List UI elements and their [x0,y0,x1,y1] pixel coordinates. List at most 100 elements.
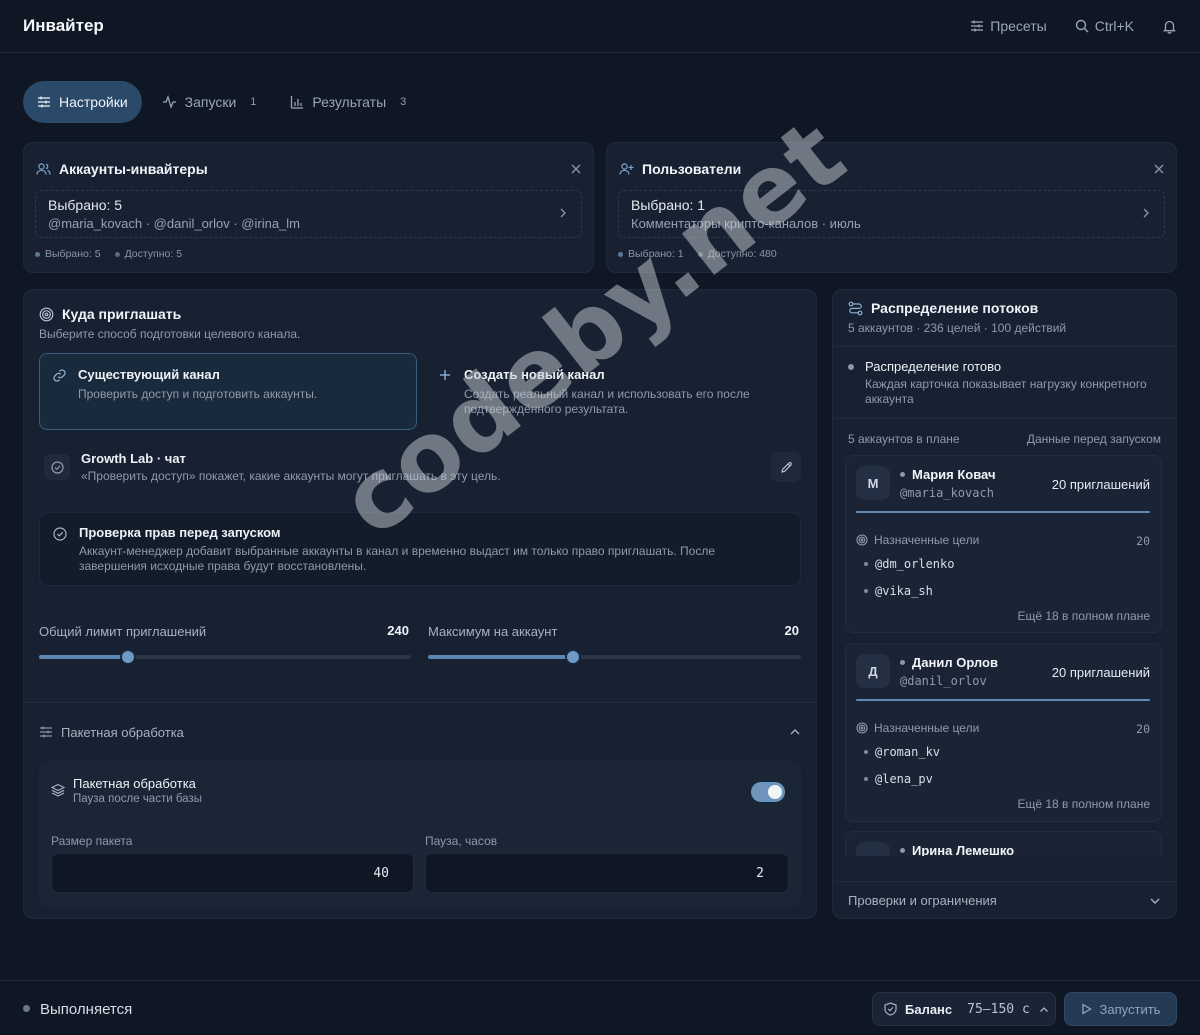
tab-label: Результаты [312,94,387,110]
target-title: Куда приглашать [62,306,182,322]
pause-hours-input[interactable]: 2 [425,853,789,893]
divider [833,346,1176,347]
run-label: Запустить [1099,1001,1161,1017]
sliders-icon [970,19,984,33]
tab-label: Запуски [184,94,237,110]
sliders-icon [39,725,53,739]
search-icon [1075,19,1089,33]
account-card: Д Данил Орлов @danil_orlov 20 приглашени… [845,643,1162,822]
tab-runs[interactable]: Запуски 1 [148,81,271,123]
users-icon [36,162,51,176]
edit-button[interactable] [771,452,801,482]
footer-bar: Выполняется Баланс 75–150 с Запустить [0,980,1200,1035]
bar-chart-icon [290,95,304,109]
top-bar: Инвайтер Пресеты Ctrl+K [0,0,1200,53]
users-panel: Пользователи Выбрано: 1 Комментаторы кри… [606,142,1177,273]
stat-selected: Выбрано: 1 [618,248,684,260]
pause-hours-label: Пауза, часов [425,834,498,848]
more-goals-link[interactable]: Ещё 18 в полном плане [1017,797,1150,811]
account-card: И Ирина Лемешко [845,831,1162,856]
users-selector[interactable]: Выбрано: 1 Комментаторы крипто-каналов ·… [618,190,1165,238]
assigned-goals-label: Назначенные цели [856,533,979,547]
batch-size-input[interactable]: 40 [51,853,414,893]
option-new-channel[interactable]: Создать новый канал Создать реальный кан… [425,353,803,430]
accounts-selected-count: Выбрано: 5 [48,197,123,213]
tab-label: Настройки [59,94,128,110]
account-handle: @danil_orlov [900,674,987,688]
rights-check-box: Проверка прав перед запуском Аккаунт-мен… [39,512,801,586]
stat-selected: Выбрано: 5 [35,248,101,260]
option-desc: Создать реальный канал и использовать ег… [464,387,750,416]
pencil-icon [780,461,793,474]
accounts-selected-list: @maria_kovach · @danil_orlov · @irina_lm [48,216,301,231]
account-name-row: Мария Ковач [900,467,996,482]
balance-value: 75–150 с [967,1001,1030,1017]
account-card: М Мария Ковач @maria_kovach 20 приглашен… [845,455,1162,633]
ready-title: Распределение готово [865,359,1002,374]
sliders-icon [37,95,51,109]
batch-toggle[interactable] [751,782,785,802]
chevron-up-icon [1039,1006,1049,1013]
target-panel: Куда приглашать Выберите способ подготов… [23,289,817,919]
checks-limits-row[interactable]: Проверки и ограничения [848,893,1161,908]
load-bar [856,699,1150,701]
accounts-panel: Аккаунты-инвайтеры Выбрано: 5 @maria_kov… [23,142,594,273]
balance-selector[interactable]: Баланс 75–150 с [872,992,1056,1026]
users-stats: Выбрано: 1 Доступно: 480 [618,248,1165,260]
divider [24,702,816,703]
slider-handle[interactable] [120,649,137,665]
goal-item: @vika_sh [864,584,933,598]
avatar: И [856,842,890,856]
tab-settings[interactable]: Настройки [23,81,142,123]
per-account-slider[interactable] [428,649,801,665]
tab-results[interactable]: Результаты 3 [276,81,420,123]
pre-run-data-label: Данные перед запуском [1026,432,1161,446]
slider-handle[interactable] [565,649,582,665]
option-existing-channel[interactable]: Существующий канал Проверить доступ и по… [39,353,417,430]
close-icon[interactable] [570,163,582,175]
per-account-value: 20 [784,623,799,638]
total-limit-value: 240 [387,623,409,638]
divider [833,418,1176,419]
chevron-right-icon [1142,207,1150,219]
close-icon[interactable] [1153,163,1165,175]
play-icon [1081,1003,1092,1015]
account-name: Ирина Лемешко [912,843,1015,856]
main-tabs: Настройки Запуски 1 Результаты 3 [23,81,420,123]
option-title: Существующий канал [78,367,220,382]
total-limit-slider[interactable] [39,649,411,665]
notifications-button[interactable] [1162,19,1177,34]
plus-icon [438,368,452,382]
goal-item: @dm_orlenko [864,557,954,571]
user-plus-icon [619,162,634,176]
assigned-goals-count: 20 [1136,722,1150,736]
layers-icon [51,783,65,797]
checks-divider [833,881,1176,882]
accounts-stats: Выбрано: 5 Доступно: 5 [35,248,582,260]
target-icon [39,307,54,322]
assigned-goals-count: 20 [1136,534,1150,548]
accounts-selector[interactable]: Выбрано: 5 @maria_kovach · @danil_orlov … [35,190,582,238]
run-button[interactable]: Запустить [1064,992,1177,1026]
link-icon [52,368,67,383]
check-circle-icon [44,454,70,480]
tab-count: 1 [250,96,257,108]
target-channel-row: Growth Lab · чат «Проверить доступ» пока… [39,445,801,491]
slider-fill [428,655,574,659]
presets-button[interactable]: Пресеты [970,18,1047,34]
chevron-down-icon [1149,897,1161,905]
stat-available: Доступно: 5 [114,248,182,260]
shield-icon [884,1002,897,1016]
batch-section-header[interactable]: Пакетная обработка [39,723,801,741]
run-status: Выполняется [40,1001,133,1018]
batch-subtitle: Пауза после части базы [73,793,202,805]
account-invites: 20 приглашений [1051,665,1150,680]
search-button[interactable]: Ctrl+K [1075,18,1134,34]
slider-fill [39,655,129,659]
more-goals-link[interactable]: Ещё 18 в полном плане [1017,609,1150,623]
activity-icon [162,95,177,109]
option-title: Создать новый канал [464,367,605,382]
search-shortcut: Ctrl+K [1094,18,1134,34]
stat-available: Доступно: 480 [697,248,777,260]
target-icon [856,534,868,546]
